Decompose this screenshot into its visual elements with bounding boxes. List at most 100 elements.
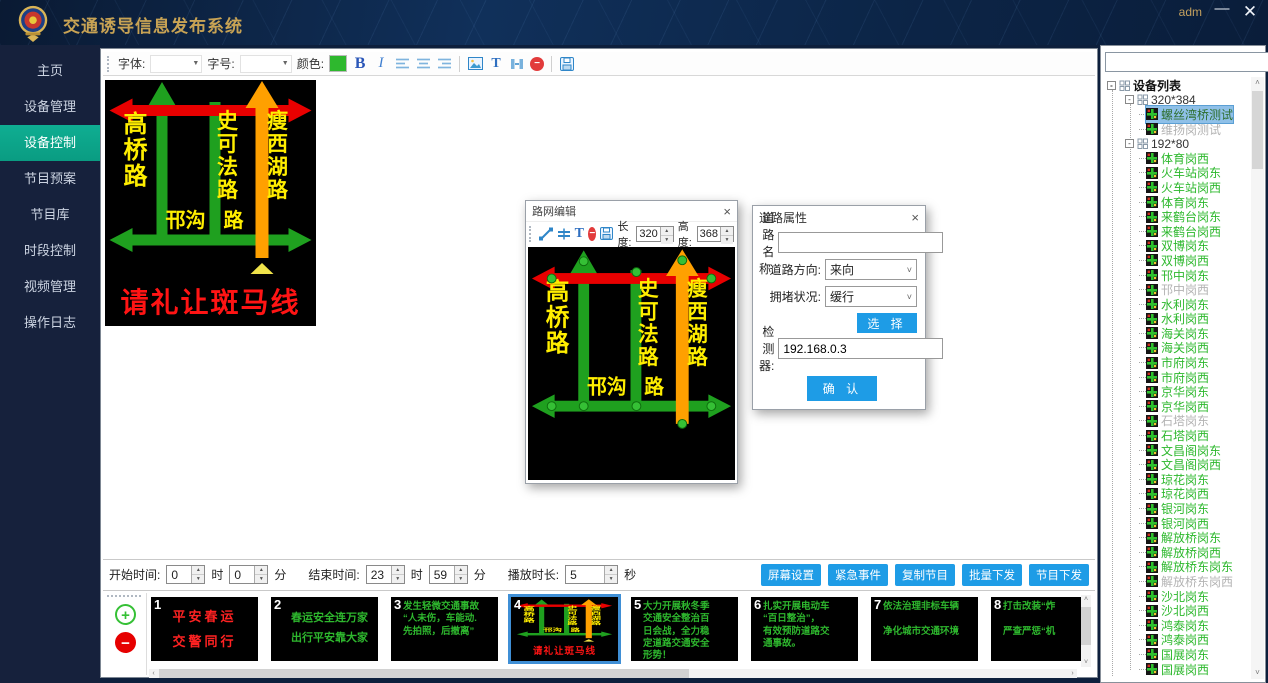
playlist-item-2[interactable]: 2春运安全连万家出行平安靠大家	[271, 597, 378, 661]
italic-button[interactable]: I	[373, 55, 389, 72]
tree-device-item[interactable]: 火车站岗西	[1103, 180, 1251, 195]
tree-device-item[interactable]: 火车站岗东	[1103, 166, 1251, 181]
action-button-4[interactable]: 节目下发	[1029, 564, 1089, 586]
road-direction-select[interactable]: 来向 ˅	[825, 259, 917, 280]
detector-input[interactable]	[778, 338, 943, 359]
action-button-3[interactable]: 批量下发	[962, 564, 1022, 586]
tree-device-item[interactable]: 石塔岗西	[1103, 428, 1251, 443]
tree-device-item[interactable]: 银河岗西	[1103, 516, 1251, 531]
playlist-item-8[interactable]: 8打击改装“炸 严查严惩“机	[991, 597, 1081, 661]
road-handle[interactable]	[707, 274, 716, 283]
remove-icon[interactable]: −	[588, 227, 596, 241]
road-handle[interactable]	[632, 402, 641, 411]
tree-device-item[interactable]: 市府岗西	[1103, 370, 1251, 385]
spinner-arrows[interactable]: ▲▼	[454, 566, 467, 583]
length-spinner[interactable]: 320▲▼	[636, 226, 673, 242]
scroll-right-icon[interactable]: ›	[1068, 669, 1077, 678]
align-center-icon[interactable]	[415, 58, 431, 69]
playlist-item-5[interactable]: 5大力开展秋冬季交通安全整治百日会战，全力稳定道路交通安全形势！	[631, 597, 738, 661]
tree-device-item[interactable]: 来鹤台岗西	[1103, 224, 1251, 239]
image-icon[interactable]	[467, 57, 483, 70]
text-tool-icon[interactable]: T	[488, 56, 504, 72]
playlist-item-6[interactable]: 6扎实开展电动车“百日整治”，有效预防道路交通事故。	[751, 597, 858, 661]
sidebar-item-0[interactable]: 主页	[0, 53, 100, 89]
tree-device-item[interactable]: 京华岗东	[1103, 384, 1251, 399]
tree-device-item[interactable]: 琼花岗西	[1103, 487, 1251, 502]
playlist-item-4[interactable]: 4高桥路史可法路瘦西湖路邗沟路请礼让斑马线	[511, 597, 618, 661]
sidebar-item-2[interactable]: 设备控制	[0, 125, 100, 161]
tree-device-item[interactable]: 文昌阁岗东	[1103, 443, 1251, 458]
start-hour-spinner[interactable]: 0▲▼	[166, 565, 205, 584]
spinner-arrows[interactable]: ▲▼	[660, 227, 673, 241]
playlist-item-7[interactable]: 7依法治理非标车辆 净化城市交通环境	[871, 597, 978, 661]
save-icon[interactable]	[600, 226, 613, 242]
confirm-button[interactable]: 确 认	[807, 376, 877, 401]
scroll-down-icon[interactable]: ˅	[1251, 667, 1264, 679]
choose-button[interactable]: 选 择	[857, 313, 917, 333]
sidebar-item-7[interactable]: 操作日志	[0, 305, 100, 341]
road-handle[interactable]	[579, 257, 588, 266]
tree-device-item[interactable]: 体育岗西	[1103, 151, 1251, 166]
tree-device-item[interactable]: 沙北岗东	[1103, 589, 1251, 604]
tree-device-item[interactable]: 海关岗东	[1103, 326, 1251, 341]
tree-device-item[interactable]: 国展岗东	[1103, 647, 1251, 662]
tree-device-item[interactable]: 解放桥东岗西	[1103, 574, 1251, 589]
align-right-icon[interactable]	[436, 58, 452, 69]
action-button-2[interactable]: 复制节目	[895, 564, 955, 586]
congestion-select[interactable]: 缓行 ˅	[825, 286, 917, 307]
size-select[interactable]: ▼	[240, 55, 292, 73]
save-icon[interactable]	[559, 57, 575, 71]
remove-icon[interactable]: −	[530, 57, 544, 71]
spinner-arrows[interactable]: ▲▼	[391, 566, 404, 583]
font-select[interactable]: ▼	[150, 55, 202, 73]
collapse-icon[interactable]: -	[1125, 139, 1134, 148]
tree-device-item[interactable]: 双博岗东	[1103, 239, 1251, 254]
road-handle[interactable]	[547, 274, 556, 283]
tree-device-item[interactable]: 市府岗东	[1103, 355, 1251, 370]
layout-columns-icon[interactable]	[509, 58, 525, 70]
road-handle[interactable]	[678, 256, 687, 265]
scroll-up-icon[interactable]: ˄	[1251, 77, 1264, 89]
sidebar-item-5[interactable]: 时段控制	[0, 233, 100, 269]
road-handle[interactable]	[678, 419, 687, 428]
tree-device-item[interactable]: 水利岗东	[1103, 297, 1251, 312]
sidebar-item-1[interactable]: 设备管理	[0, 89, 100, 125]
minimize-button[interactable]: —	[1212, 0, 1232, 17]
close-button[interactable]: ✕	[1240, 2, 1260, 22]
road-handle[interactable]	[707, 402, 716, 411]
duration-spinner[interactable]: 5▲▼	[565, 565, 618, 584]
road-name-input[interactable]	[778, 232, 943, 253]
start-minute-spinner[interactable]: 0▲▼	[229, 565, 268, 584]
tree-device-item[interactable]: 解放桥岗西	[1103, 545, 1251, 560]
text-tool-icon[interactable]: T	[575, 226, 585, 242]
height-spinner[interactable]: 368▲▼	[697, 226, 734, 242]
collapse-icon[interactable]: -	[1125, 95, 1134, 104]
road-handle[interactable]	[579, 402, 588, 411]
dialog-titlebar[interactable]: 道路属性 ×	[753, 206, 925, 228]
playlist-item-3[interactable]: 3发生轻微交通事故“人未伤，车能动.先拍照，后撤离”	[391, 597, 498, 661]
action-button-1[interactable]: 紧急事件	[828, 564, 888, 586]
align-left-icon[interactable]	[394, 58, 410, 69]
tree-device-item[interactable]: 石塔岗东	[1103, 414, 1251, 429]
toolbar-grip[interactable]	[529, 226, 532, 242]
vertical-scrollbar[interactable]: ˄ ˅	[1081, 595, 1091, 667]
roadnet-edit-canvas[interactable]: 高桥路史可法路瘦西湖路邗沟路	[528, 247, 735, 480]
close-icon[interactable]: ×	[723, 204, 731, 219]
tree-scrollbar[interactable]: ˄ ˅	[1251, 77, 1264, 679]
screen-preview[interactable]: 高桥路史可法路瘦西湖路邗沟路 请礼让斑马线	[105, 80, 316, 326]
tree-device-item[interactable]: 文昌阁岗西	[1103, 457, 1251, 472]
tree-device-item[interactable]: 邗中岗西	[1103, 282, 1251, 297]
delete-program-button[interactable]: −	[115, 632, 136, 653]
road-handle[interactable]	[547, 402, 556, 411]
tree-device-item[interactable]: 体育岗东	[1103, 195, 1251, 210]
tree-device-item[interactable]: 维扬岗测试	[1103, 122, 1251, 137]
collapse-icon[interactable]: -	[1107, 81, 1116, 90]
add-program-button[interactable]: +	[115, 604, 136, 625]
tree-device-item[interactable]: 解放桥东岗东	[1103, 560, 1251, 575]
tree-device-item[interactable]: 鸿泰岗东	[1103, 618, 1251, 633]
scrollbar-thumb[interactable]	[1081, 607, 1091, 645]
tree-group-192*80[interactable]: -192*80	[1103, 136, 1251, 151]
tree-device-item[interactable]: 邗中岗东	[1103, 268, 1251, 283]
sidebar-item-4[interactable]: 节目库	[0, 197, 100, 233]
sidebar-item-3[interactable]: 节目预案	[0, 161, 100, 197]
